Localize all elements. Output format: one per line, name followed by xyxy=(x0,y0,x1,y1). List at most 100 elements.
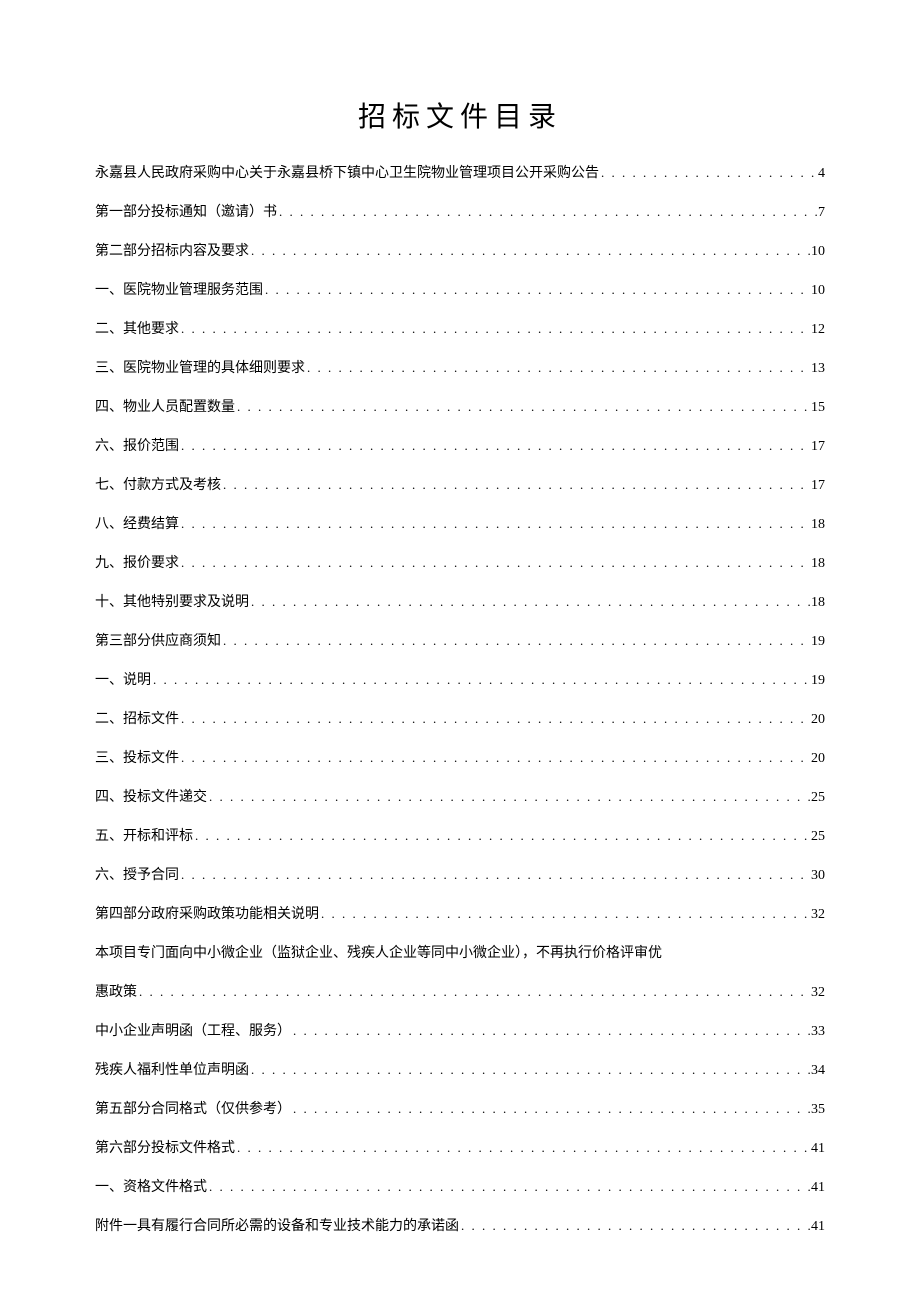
toc-dots xyxy=(137,982,811,1002)
toc-entry: 第五部分合同格式（仅供参考）35 xyxy=(95,1099,825,1120)
toc-list: 永嘉县人民政府采购中心关于永嘉县桥下镇中心卫生院物业管理项目公开采购公告 4 第一部… xyxy=(95,163,825,1255)
toc-dots xyxy=(305,358,811,378)
toc-label: 七、付款方式及考核 xyxy=(95,475,221,496)
toc-dots xyxy=(207,1177,811,1197)
toc-entry: 本项目专门面向中小微企业（监狱企业、残疾人企业等同中小微企业），不再执行价格评审… xyxy=(95,943,825,964)
toc-label: 第三部分供应商须知 xyxy=(95,631,221,652)
toc-label: 第二部分招标内容及要求 xyxy=(95,241,249,262)
toc-entry: 第六部分投标文件格式41 xyxy=(95,1138,825,1159)
toc-entry: 永嘉县人民政府采购中心关于永嘉县桥下镇中心卫生院物业管理项目公开采购公告 4 xyxy=(95,163,825,184)
toc-dots xyxy=(459,1216,811,1236)
toc-page-number: 7 xyxy=(818,202,825,223)
toc-dots xyxy=(249,241,811,261)
toc-entry: 第四部分政府采购政策功能相关说明 32 xyxy=(95,904,825,925)
toc-label: 第一部分投标通知（邀请）书 xyxy=(95,202,277,223)
toc-dots xyxy=(235,1138,811,1158)
toc-label: 三、投标文件 xyxy=(95,748,179,769)
toc-page-number: 32 xyxy=(811,904,825,925)
page-title: 招标文件目录 xyxy=(95,95,825,135)
toc-label: 四、投标文件递交 xyxy=(95,787,207,808)
toc-dots xyxy=(179,865,811,885)
toc-page-number: 18 xyxy=(811,592,825,613)
toc-page-number: 15 xyxy=(811,397,825,418)
toc-entry: 八、经费结算 18 xyxy=(95,514,825,535)
toc-dots xyxy=(291,1021,811,1041)
toc-page-number: 19 xyxy=(811,670,825,691)
toc-dots xyxy=(179,553,811,573)
toc-page-number: 17 xyxy=(811,475,825,496)
toc-page-number: 13 xyxy=(811,358,825,379)
toc-label: 永嘉县人民政府采购中心关于永嘉县桥下镇中心卫生院物业管理项目公开采购公告 xyxy=(95,163,599,184)
toc-page-number: 10 xyxy=(811,241,825,262)
toc-label: 二、其他要求 xyxy=(95,319,179,340)
toc-page-number: 20 xyxy=(811,748,825,769)
toc-page-number: 20 xyxy=(811,709,825,730)
toc-dots xyxy=(179,709,811,729)
toc-label: 一、医院物业管理服务范围 xyxy=(95,280,263,301)
toc-label: 三、医院物业管理的具体细则要求 xyxy=(95,358,305,379)
toc-dots xyxy=(599,163,818,183)
toc-label: 第四部分政府采购政策功能相关说明 xyxy=(95,904,319,925)
toc-label: 九、报价要求 xyxy=(95,553,179,574)
toc-label: 一、说明 xyxy=(95,670,151,691)
toc-page-number: 4 xyxy=(818,163,825,184)
toc-label: 中小企业声明函（工程、服务） xyxy=(95,1021,291,1042)
toc-entry: 六、报价范围 17 xyxy=(95,436,825,457)
toc-label: 十、其他特别要求及说明 xyxy=(95,592,249,613)
toc-label: 六、报价范围 xyxy=(95,436,179,457)
toc-dots xyxy=(179,319,811,339)
toc-dots xyxy=(291,1099,811,1119)
toc-page-number: 25 xyxy=(811,826,825,847)
toc-page-number: 19 xyxy=(811,631,825,652)
toc-label: 六、授予合同 xyxy=(95,865,179,886)
toc-dots xyxy=(207,787,811,807)
toc-dots xyxy=(249,592,811,612)
toc-entry: 四、物业人员配置数量 15 xyxy=(95,397,825,418)
toc-label: 二、招标文件 xyxy=(95,709,179,730)
toc-entry: 惠政策 32 xyxy=(95,982,825,1003)
toc-entry: 残疾人福利性单位声明函 34 xyxy=(95,1060,825,1081)
toc-label: 惠政策 xyxy=(95,982,137,1003)
toc-page-number: 41 xyxy=(811,1216,825,1237)
toc-entry: 第三部分供应商须知 19 xyxy=(95,631,825,652)
toc-entry: 三、医院物业管理的具体细则要求 13 xyxy=(95,358,825,379)
toc-entry: 一、说明 19 xyxy=(95,670,825,691)
toc-entry: 六、授予合同 30 xyxy=(95,865,825,886)
toc-page-number: 33 xyxy=(811,1021,825,1042)
toc-entry: 四、投标文件递交 25 xyxy=(95,787,825,808)
toc-entry: 二、其他要求12 xyxy=(95,319,825,340)
toc-dots xyxy=(179,436,811,456)
toc-label: 一、资格文件格式 xyxy=(95,1177,207,1198)
toc-dots xyxy=(151,670,811,690)
toc-entry: 第二部分招标内容及要求 10 xyxy=(95,241,825,262)
toc-label: 残疾人福利性单位声明函 xyxy=(95,1060,249,1081)
toc-label: 四、物业人员配置数量 xyxy=(95,397,235,418)
toc-page-number: 18 xyxy=(811,514,825,535)
toc-entry: 三、投标文件 20 xyxy=(95,748,825,769)
toc-page-number: 18 xyxy=(811,553,825,574)
toc-page-number: 10 xyxy=(811,280,825,301)
toc-page-number: 25 xyxy=(811,787,825,808)
toc-entry: 附件一具有履行合同所必需的设备和专业技术能力的承诺函 41 xyxy=(95,1216,825,1237)
toc-dots xyxy=(221,631,811,651)
toc-entry: 一、医院物业管理服务范围 10 xyxy=(95,280,825,301)
toc-page-number: 17 xyxy=(811,436,825,457)
toc-label: 五、开标和评标 xyxy=(95,826,193,847)
toc-page-number: 41 xyxy=(811,1138,825,1159)
toc-entry: 十、其他特别要求及说明 18 xyxy=(95,592,825,613)
toc-entry: 七、付款方式及考核 17 xyxy=(95,475,825,496)
toc-label: 附件一具有履行合同所必需的设备和专业技术能力的承诺函 xyxy=(95,1216,459,1237)
toc-dots xyxy=(221,475,811,495)
toc-entry: 五、开标和评标 25 xyxy=(95,826,825,847)
toc-dots xyxy=(193,826,811,846)
toc-page-number: 34 xyxy=(811,1060,825,1081)
toc-entry: 第一部分投标通知（邀请）书 7 xyxy=(95,202,825,223)
toc-page-number: 32 xyxy=(811,982,825,1003)
toc-entry: 中小企业声明函（工程、服务） 33 xyxy=(95,1021,825,1042)
toc-dots xyxy=(319,904,811,924)
toc-page-number: 35 xyxy=(811,1099,825,1120)
toc-page-number: 41 xyxy=(811,1177,825,1198)
toc-label: 八、经费结算 xyxy=(95,514,179,535)
toc-entry: 九、报价要求 18 xyxy=(95,553,825,574)
toc-page-number: 30 xyxy=(811,865,825,886)
